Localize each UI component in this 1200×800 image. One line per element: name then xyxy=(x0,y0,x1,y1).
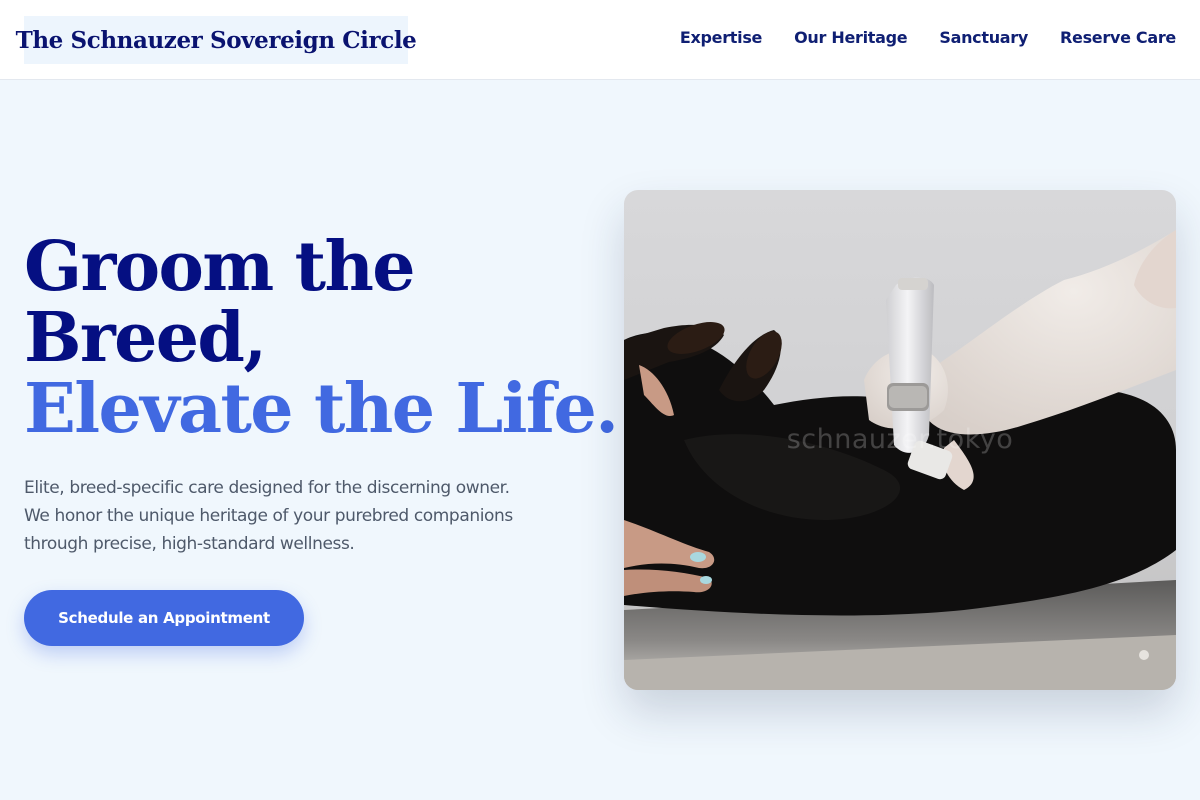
site-header: The Schnauzer Sovereign Circle Expertise… xyxy=(0,0,1200,80)
hero-title-line-2: Breed, xyxy=(24,298,267,378)
hero-description: Elite, breed-specific care designed for … xyxy=(24,478,513,554)
nav-link-expertise[interactable]: Expertise xyxy=(680,28,763,47)
logo-text: The Schnauzer Sovereign Circle xyxy=(15,26,417,54)
schedule-appointment-button[interactable]: Schedule an Appointment xyxy=(24,590,304,646)
hero-image: schnauzer.tokyo xyxy=(624,190,1176,690)
nav-link-reserve-care[interactable]: Reserve Care xyxy=(1060,28,1176,47)
nav-link-sanctuary[interactable]: Sanctuary xyxy=(939,28,1028,47)
site-logo[interactable]: The Schnauzer Sovereign Circle xyxy=(16,16,417,64)
hero-title: Groom the Breed, Elevate the Life. xyxy=(24,227,619,449)
main-nav: Expertise Our Heritage Sanctuary Reserve… xyxy=(680,28,1176,47)
nav-link-our-heritage[interactable]: Our Heritage xyxy=(794,28,908,47)
hero-title-accent: Elevate the Life. xyxy=(24,369,619,449)
hero-title-line-1: Groom the xyxy=(24,227,416,307)
image-watermark: schnauzer.tokyo xyxy=(786,424,1014,455)
